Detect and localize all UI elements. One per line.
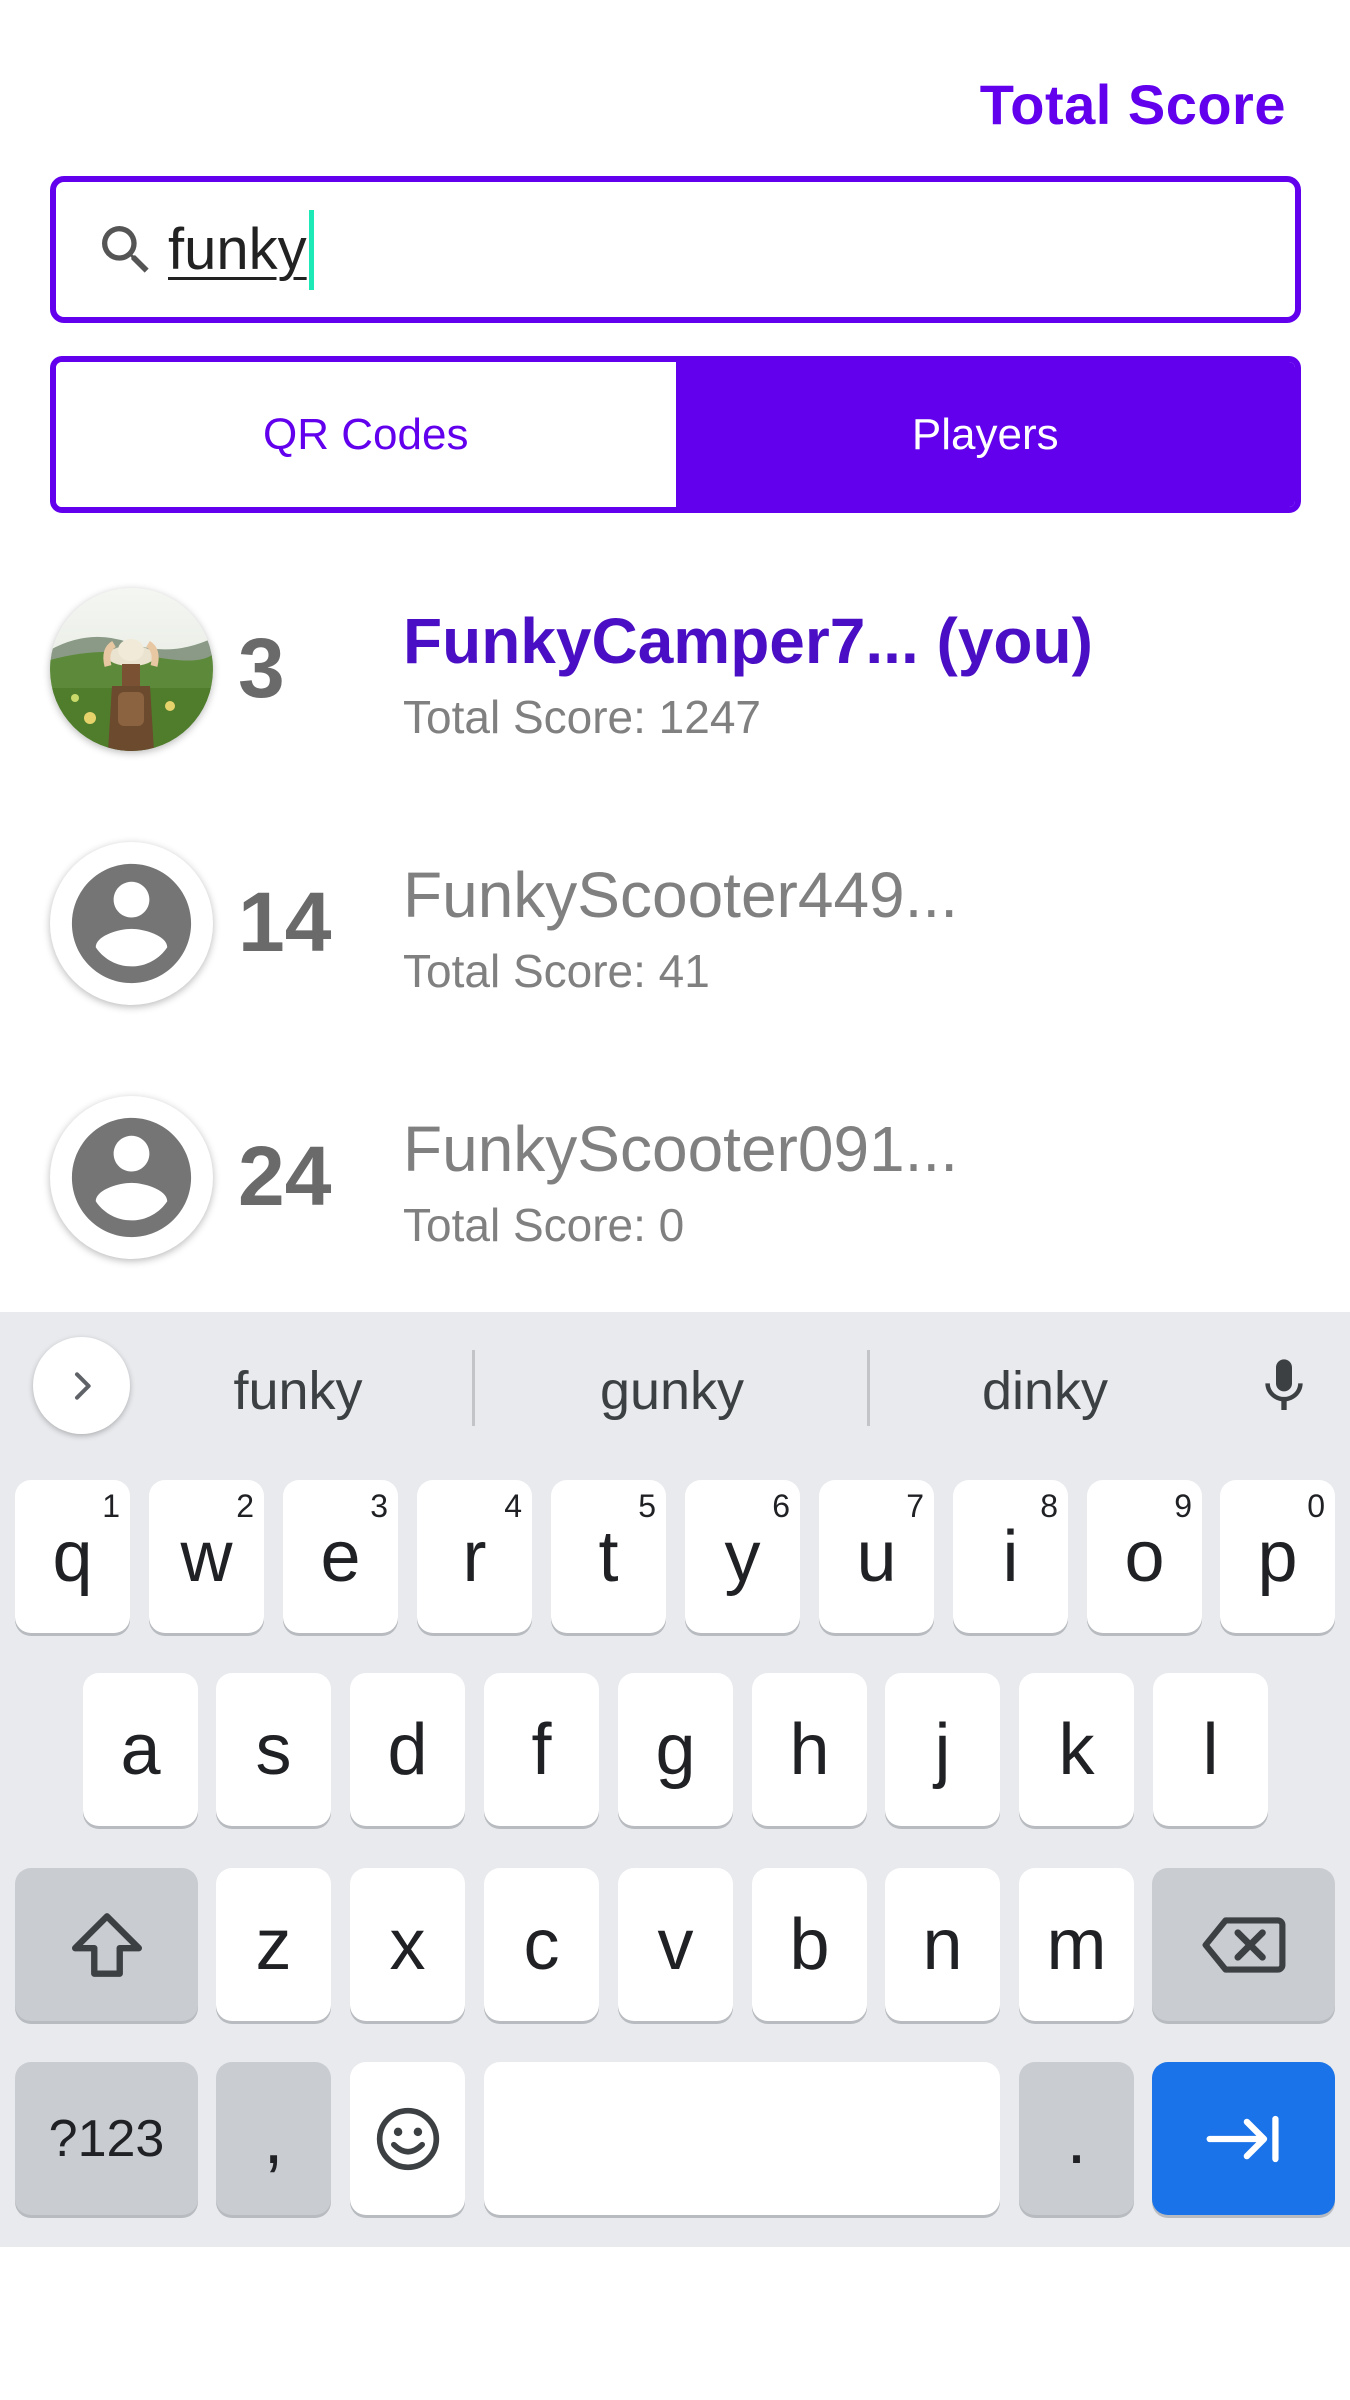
avatar	[50, 588, 213, 751]
key-x[interactable]: x	[350, 1868, 465, 2021]
suggestion-item[interactable]: dinky	[895, 1360, 1195, 1422]
period-key[interactable]: .	[1019, 2062, 1134, 2215]
key-b[interactable]: b	[752, 1868, 867, 2021]
text-caret	[308, 209, 314, 290]
search-input[interactable]: funky	[50, 176, 1301, 323]
key-p[interactable]: p0	[1220, 1480, 1335, 1633]
key-hint: 5	[638, 1488, 656, 1524]
backspace-icon	[1202, 1916, 1285, 1973]
key-label: r	[462, 1516, 487, 1597]
player-total-score: Total Score: 0	[403, 1199, 685, 1251]
key-hint: 6	[772, 1488, 790, 1524]
player-name: FunkyCamper7... (you)	[403, 605, 1093, 677]
key-h[interactable]: h	[752, 1673, 867, 1826]
key-label: e	[320, 1516, 361, 1597]
key-z[interactable]: z	[216, 1868, 331, 2021]
backspace-key[interactable]	[1152, 1868, 1335, 2021]
key-c[interactable]: c	[484, 1868, 599, 2021]
symbols-key-label: ?123	[48, 2109, 165, 2168]
suggestion-item[interactable]: gunky	[522, 1360, 822, 1422]
key-l[interactable]: l	[1153, 1673, 1268, 1826]
emoji-key[interactable]	[350, 2062, 465, 2215]
expand-toolbar-button[interactable]	[33, 1337, 130, 1434]
tab-qr-codes[interactable]: QR Codes	[56, 362, 676, 507]
key-hint: 2	[236, 1488, 254, 1524]
key-hint: 1	[102, 1488, 120, 1524]
key-label: u	[856, 1516, 897, 1597]
player-rank: 24	[238, 1129, 332, 1223]
key-hint: 7	[906, 1488, 924, 1524]
key-t[interactable]: t5	[551, 1480, 666, 1633]
search-icon	[102, 225, 149, 273]
shift-arrow-icon	[71, 1912, 142, 1977]
account-circle-icon	[71, 1117, 192, 1238]
player-total-score: Total Score: 1247	[403, 691, 762, 743]
total-score-sort-link[interactable]: Total Score	[980, 72, 1286, 137]
key-n[interactable]: n	[885, 1868, 1000, 2021]
player-row[interactable]: 3 FunkyCamper7... (you) Total Score: 124…	[50, 588, 1300, 768]
suggestion-divider	[472, 1350, 475, 1426]
player-name: FunkyScooter449...	[403, 859, 958, 931]
player-row[interactable]: 14 FunkyScooter449... Total Score: 41	[50, 842, 1300, 1022]
next-action-key[interactable]	[1152, 2062, 1335, 2215]
key-s[interactable]: s	[216, 1673, 331, 1826]
key-label: o	[1124, 1516, 1165, 1597]
navigation-bar-area	[0, 2247, 1350, 2400]
key-label: i	[1002, 1516, 1019, 1597]
key-hint: 3	[370, 1488, 388, 1524]
soft-keyboard: funky gunky dinky q1 w2 e3 r4 t5 y6 u7 i…	[0, 1312, 1350, 2247]
suggestion-divider	[867, 1350, 870, 1426]
key-y[interactable]: y6	[685, 1480, 800, 1633]
key-e[interactable]: e3	[283, 1480, 398, 1633]
player-rank: 3	[238, 621, 285, 715]
emoji-smiley-icon	[376, 2107, 439, 2170]
key-a[interactable]: a	[83, 1673, 198, 1826]
key-label: w	[180, 1516, 233, 1597]
tab-players[interactable]: Players	[675, 362, 1295, 507]
shift-key[interactable]	[15, 1868, 198, 2021]
key-hint: 0	[1307, 1488, 1325, 1524]
key-g[interactable]: g	[618, 1673, 733, 1826]
key-label: y	[724, 1516, 761, 1597]
key-w[interactable]: w2	[149, 1480, 264, 1633]
key-k[interactable]: k	[1019, 1673, 1134, 1826]
chevron-right-icon	[74, 1371, 91, 1400]
key-label: p	[1257, 1516, 1298, 1597]
key-hint: 8	[1040, 1488, 1058, 1524]
key-q[interactable]: q1	[15, 1480, 130, 1633]
key-label: t	[598, 1516, 619, 1597]
player-total-score: Total Score: 41	[403, 945, 710, 997]
key-j[interactable]: j	[885, 1673, 1000, 1826]
result-type-toggle: QR Codes Players	[50, 356, 1301, 513]
key-v[interactable]: v	[618, 1868, 733, 2021]
symbols-key[interactable]: ?123	[15, 2062, 198, 2215]
suggestion-item[interactable]: funky	[148, 1360, 448, 1422]
player-rank: 14	[238, 875, 332, 969]
player-name: FunkyScooter091...	[403, 1113, 958, 1185]
key-d[interactable]: d	[350, 1673, 465, 1826]
microphone-icon[interactable]	[1252, 1352, 1316, 1420]
suggestion-strip: funky gunky dinky	[0, 1312, 1350, 1462]
search-query-text: funky	[168, 216, 307, 282]
space-key[interactable]	[484, 2062, 1000, 2215]
avatar	[50, 1096, 213, 1259]
account-circle-icon	[71, 863, 192, 984]
avatar	[50, 842, 213, 1005]
key-o[interactable]: o9	[1087, 1480, 1202, 1633]
key-r[interactable]: r4	[417, 1480, 532, 1633]
key-m[interactable]: m	[1019, 1868, 1134, 2021]
key-i[interactable]: i8	[953, 1480, 1068, 1633]
tab-arrow-icon	[1206, 2115, 1279, 2162]
user-photo-icon	[50, 588, 213, 751]
key-u[interactable]: u7	[819, 1480, 934, 1633]
player-row[interactable]: 24 FunkyScooter091... Total Score: 0	[50, 1096, 1300, 1276]
key-hint: 4	[504, 1488, 522, 1524]
comma-key[interactable]: ,	[216, 2062, 331, 2215]
key-label: q	[52, 1516, 93, 1597]
key-f[interactable]: f	[484, 1673, 599, 1826]
key-hint: 9	[1174, 1488, 1192, 1524]
